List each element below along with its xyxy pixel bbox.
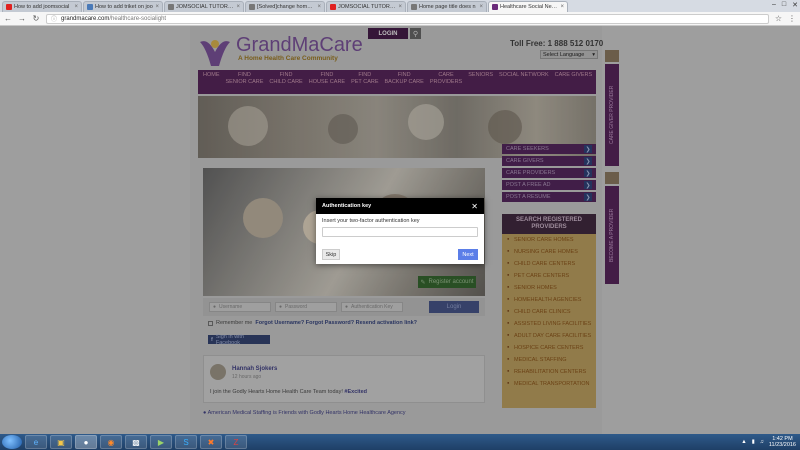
firefox-icon[interactable]: ◉ — [100, 435, 122, 449]
volume-icon[interactable]: ♫ — [760, 439, 764, 445]
page-icon — [168, 4, 174, 10]
address-bar-row: ← → ↻ ⓘ grandmacare.com/healthcare-socia… — [0, 12, 800, 26]
window-controls: – □ ✕ — [772, 1, 798, 9]
xampp-icon[interactable]: ✖ — [200, 435, 222, 449]
skype-icon[interactable]: S — [175, 435, 197, 449]
modal-title: Authentication key — [322, 203, 372, 209]
globe-icon — [87, 4, 93, 10]
browser-tab-strip: How to add joomsocial × How to add triket … — [0, 0, 800, 12]
maximize-icon[interactable]: □ — [782, 1, 786, 9]
network-icon[interactable]: ▮ — [752, 439, 755, 445]
browser-tab-title: How to add joomsocial — [14, 4, 70, 10]
browser-tab[interactable]: JOMSOCIAL TUTORIAL × — [164, 1, 244, 12]
browser-tab-title: JOMSOCIAL TUTORIAL — [176, 4, 235, 10]
app-icon[interactable]: ▩ — [125, 435, 147, 449]
minimize-icon[interactable]: – — [772, 1, 776, 9]
reload-icon[interactable]: ↻ — [32, 14, 40, 23]
page-icon — [411, 4, 417, 10]
skip-button[interactable]: Skip — [322, 249, 340, 260]
browser-tab-title: Home page title does n — [419, 4, 476, 10]
youtube-icon — [330, 4, 336, 10]
browser-tab[interactable]: Healthcare Social Netwo × — [488, 1, 568, 12]
filezilla-icon[interactable]: Z — [225, 435, 247, 449]
close-tab-icon[interactable]: × — [560, 4, 564, 10]
close-tab-icon[interactable]: × — [317, 4, 321, 10]
media-player-icon[interactable]: ▶ — [150, 435, 172, 449]
url-path: /healthcare-socialight — [109, 15, 167, 22]
modal-body: Insert your two-factor authentication ke… — [316, 214, 484, 237]
browser-tab-title: How to add triket on joo — [95, 4, 153, 10]
modal-footer: Skip Next — [322, 249, 478, 260]
modal-header: Authentication key ✕ — [316, 198, 484, 214]
system-tray: ▲ ▮ ♫ 1:42 PM 11/23/2016 — [741, 434, 796, 450]
clock-date: 11/23/2016 — [768, 442, 796, 448]
browser-tab-title: Healthcare Social Netwo — [500, 4, 559, 10]
url-host: grandmacare.com — [61, 15, 110, 22]
browser-tab-title: [Solved]change homepo — [257, 4, 316, 10]
browser-tab[interactable]: [Solved]change homepo × — [245, 1, 325, 12]
close-icon[interactable]: ✕ — [471, 202, 478, 211]
browser-tab-title: JOMSOCIAL TUTORIAL — [338, 4, 397, 10]
back-icon[interactable]: ← — [4, 14, 12, 23]
tray-arrow-icon[interactable]: ▲ — [741, 439, 746, 445]
grandmacare-icon — [492, 4, 498, 10]
internet-explorer-icon[interactable]: e — [25, 435, 47, 449]
next-button[interactable]: Next — [458, 249, 478, 260]
system-clock[interactable]: 1:42 PM 11/23/2016 — [769, 436, 796, 448]
windows-taskbar: e ▣ ● ◉ ▩ ▶ S ✖ Z ▲ ▮ ♫ 1:42 PM 11/23/20… — [0, 434, 800, 450]
file-explorer-icon[interactable]: ▣ — [50, 435, 72, 449]
forward-icon[interactable]: → — [18, 14, 26, 23]
close-tab-icon[interactable]: × — [236, 4, 240, 10]
close-tab-icon[interactable]: × — [479, 4, 483, 10]
menu-icon[interactable]: ⋮ — [788, 14, 796, 23]
bookmark-star-icon[interactable]: ☆ — [775, 14, 782, 23]
start-button[interactable] — [2, 435, 22, 449]
browser-tab[interactable]: How to add joomsocial × — [2, 1, 82, 12]
close-tab-icon[interactable]: × — [398, 4, 402, 10]
close-tab-icon[interactable]: × — [74, 4, 78, 10]
authentication-modal: Authentication key ✕ Insert your two-fac… — [316, 198, 484, 264]
auth-key-input[interactable] — [322, 227, 478, 237]
close-window-icon[interactable]: ✕ — [792, 1, 798, 9]
browser-tab[interactable]: How to add triket on joo × — [83, 1, 163, 12]
youtube-icon — [6, 4, 12, 10]
url-field[interactable]: ⓘ grandmacare.com/healthcare-socialight — [46, 13, 769, 24]
auth-key-label: Insert your two-factor authentication ke… — [322, 218, 420, 224]
chrome-icon[interactable]: ● — [75, 435, 97, 449]
page-info-icon[interactable]: ⓘ — [51, 14, 57, 23]
browser-tab[interactable]: Home page title does n × — [407, 1, 487, 12]
page-icon — [249, 4, 255, 10]
browser-tab[interactable]: JOMSOCIAL TUTORIAL × — [326, 1, 406, 12]
close-tab-icon[interactable]: × — [155, 4, 159, 10]
